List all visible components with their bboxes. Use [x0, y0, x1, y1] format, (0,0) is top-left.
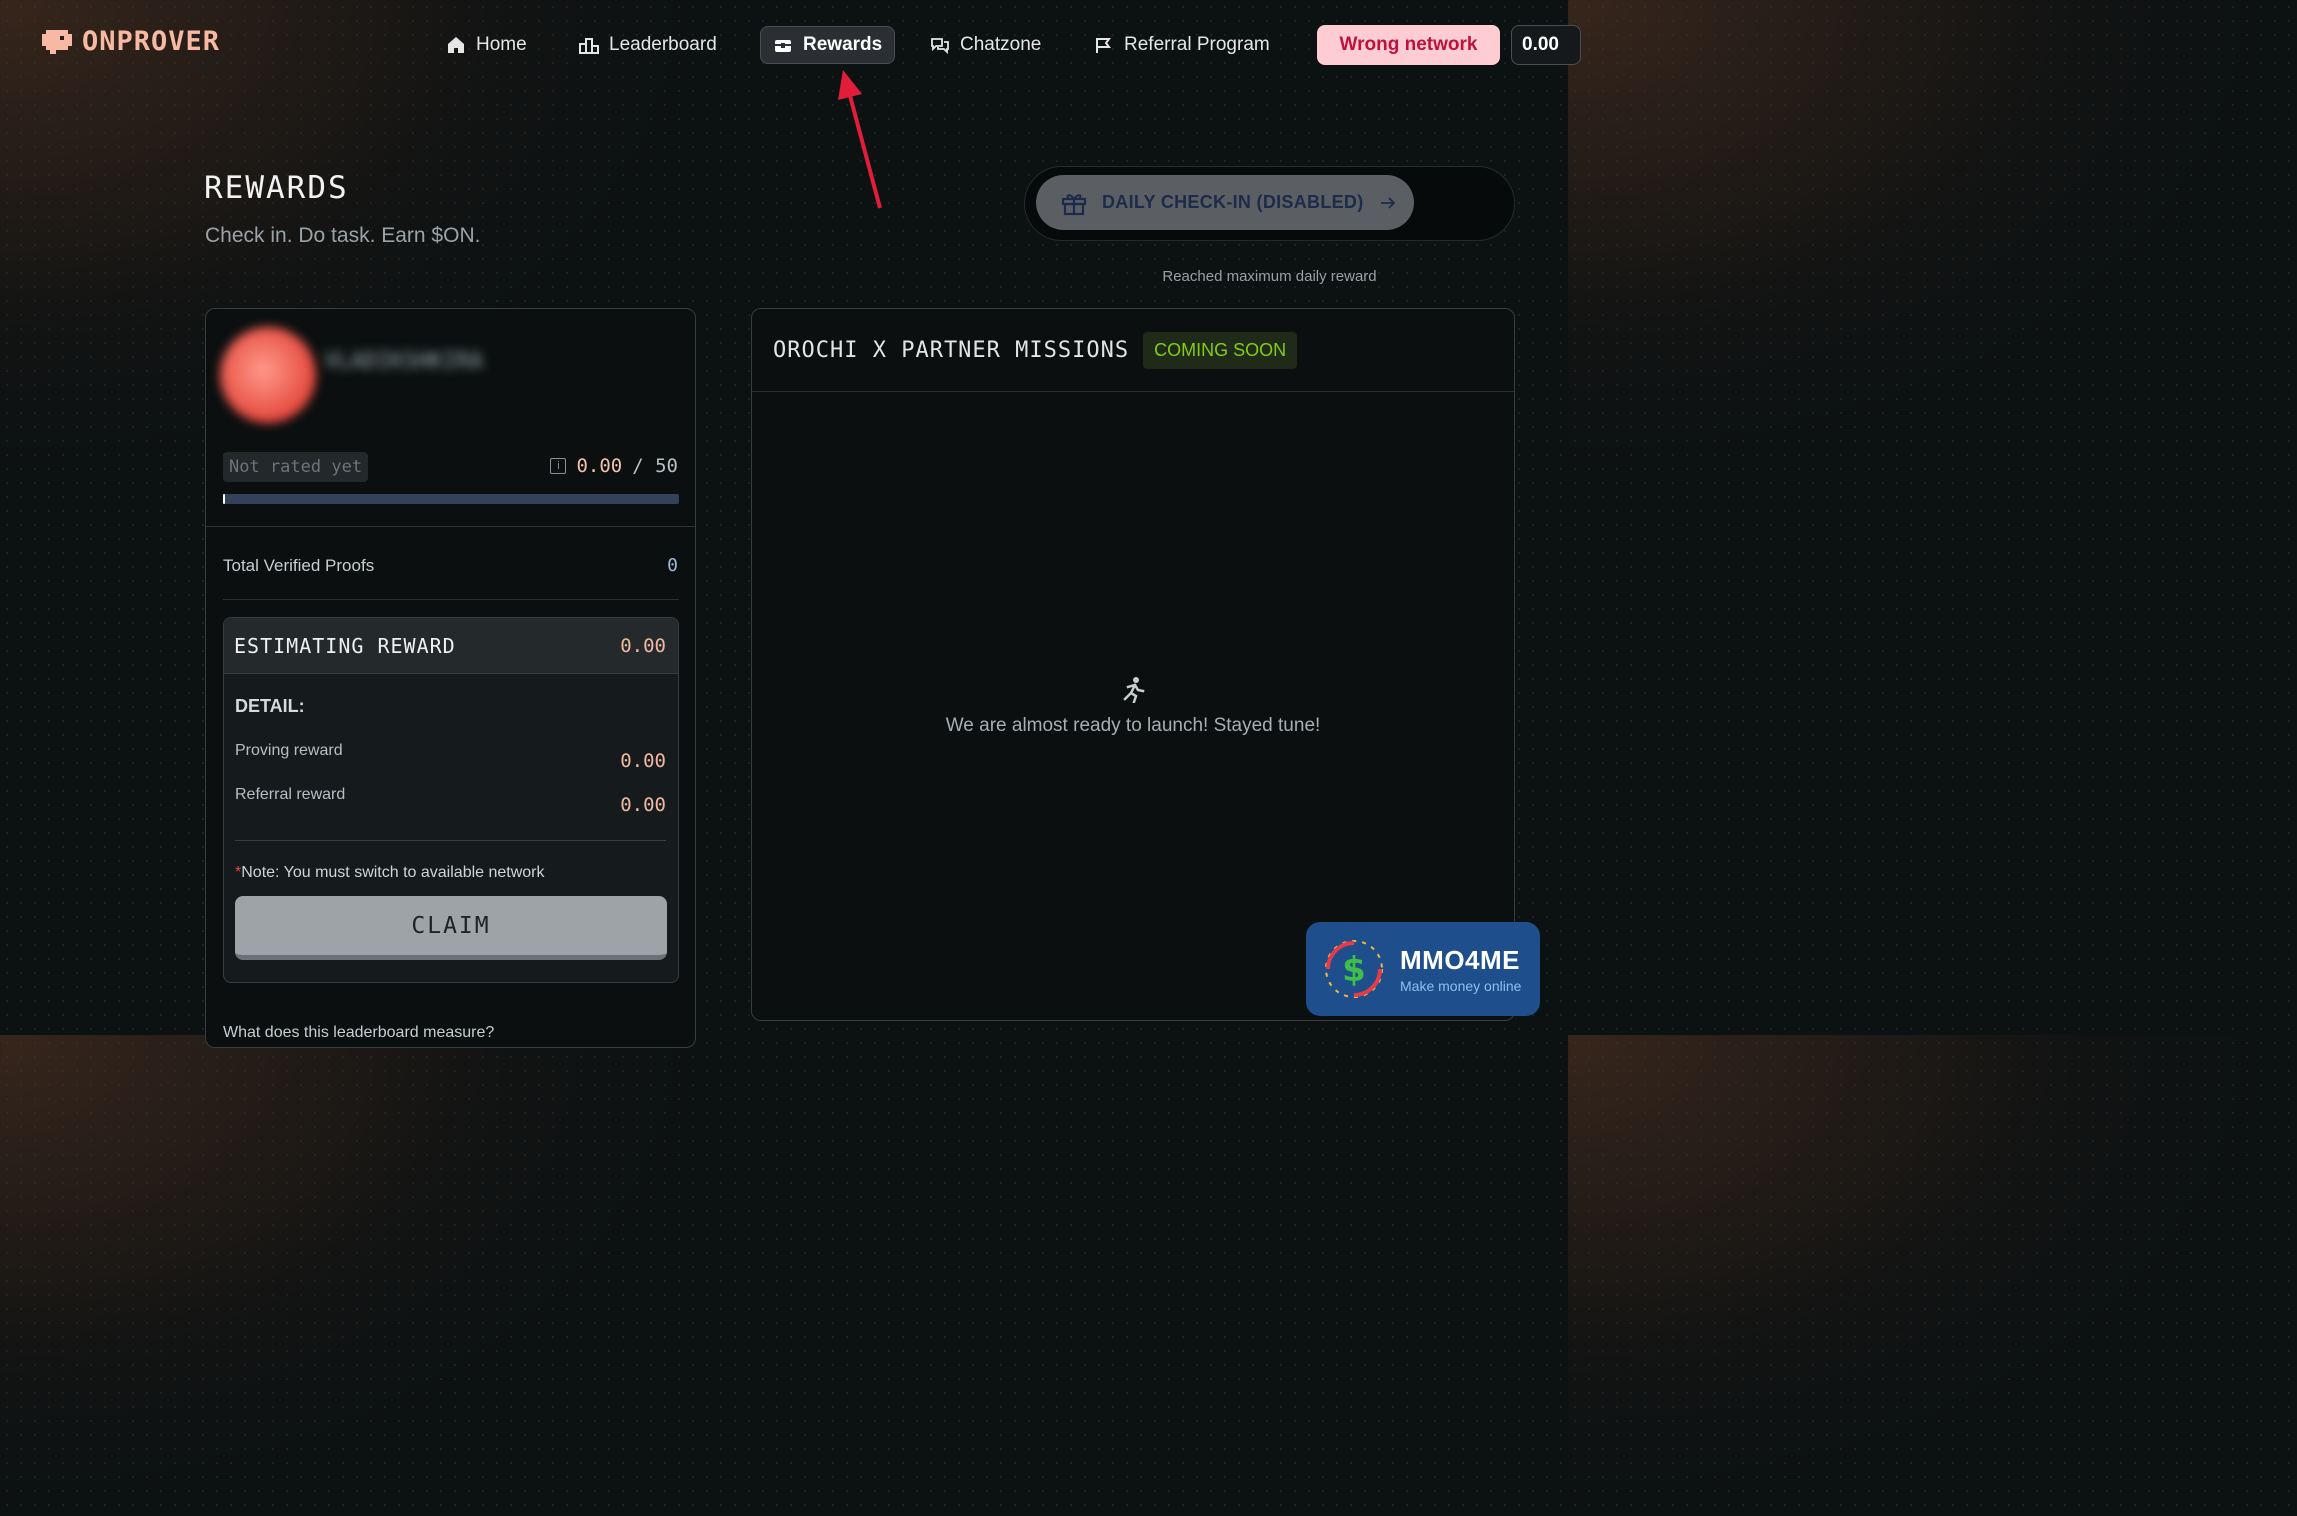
- nav-label-chatzone: Chatzone: [960, 34, 1042, 55]
- svg-text:$: $: [1342, 950, 1366, 990]
- nav-item-leaderboard[interactable]: Leaderboard: [567, 26, 729, 64]
- estimating-reward-title: ESTIMATING REWARD: [234, 633, 456, 658]
- watermark-text: MMO4ME Make money online: [1400, 945, 1521, 994]
- proving-reward-row: Proving reward 0.00: [235, 742, 666, 772]
- wrong-network-button[interactable]: Wrong network: [1317, 25, 1500, 65]
- total-proofs-value: 0: [667, 555, 678, 576]
- podium-icon: [579, 38, 599, 54]
- profile-reward-card: VLADIKSHKIRA Not rated yet i 0.00 / 50 T…: [205, 308, 696, 1048]
- nav-label-referral: Referral Program: [1124, 34, 1270, 55]
- score-max: / 50: [632, 455, 678, 477]
- missions-header: OROCHI X PARTNER MISSIONS COMING SOON: [752, 309, 1514, 392]
- divider: [206, 526, 695, 527]
- watermark-logo: $ MMO4ME Make money online: [1306, 922, 1540, 1016]
- detail-title: DETAIL:: [235, 696, 305, 716]
- estimating-reward-header: ESTIMATING REWARD 0.00: [224, 618, 678, 674]
- score-value: 0.00: [576, 455, 623, 477]
- nav-item-chatzone[interactable]: Chatzone: [918, 26, 1053, 64]
- chat-bubbles-icon: [931, 38, 949, 55]
- referral-reward-row: Referral reward 0.00: [235, 786, 666, 816]
- checkin-note: Reached maximum daily reward: [1162, 268, 1377, 285]
- referral-reward-value: 0.00: [620, 794, 666, 816]
- username: VLADIKSHKIRA: [324, 349, 483, 374]
- nav-label-leaderboard: Leaderboard: [609, 34, 717, 55]
- watermark-title: MMO4ME: [1400, 944, 1520, 975]
- runner-icon: [1123, 677, 1145, 703]
- total-proofs-label: Total Verified Proofs: [223, 556, 375, 575]
- info-icon[interactable]: i: [550, 458, 567, 474]
- proving-reward-label: Proving reward: [235, 742, 343, 759]
- nav-label-home: Home: [476, 34, 527, 55]
- nav-item-home[interactable]: Home: [434, 26, 539, 64]
- avatar: [220, 327, 316, 423]
- estimating-reward-value: 0.00: [620, 634, 666, 657]
- home-icon: [448, 37, 464, 53]
- daily-checkin-label: DAILY CHECK-IN (DISABLED): [1102, 192, 1364, 212]
- missions-title: OROCHI X PARTNER MISSIONS: [773, 337, 1130, 363]
- divider: [223, 599, 679, 600]
- note-text: Note: You must switch to available netwo…: [241, 864, 545, 881]
- brand-name: ONPROVER: [82, 26, 221, 57]
- brand-logo[interactable]: ONPROVER: [42, 26, 220, 57]
- coming-soon-badge: COMING SOON: [1143, 331, 1298, 369]
- divider: [235, 840, 666, 841]
- score-readout: i 0.00 / 50: [550, 455, 678, 477]
- nav-label-rewards: Rewards: [803, 34, 883, 55]
- score-progress-bar: [223, 494, 679, 504]
- rank-badge: Not rated yet: [223, 452, 369, 482]
- page-title: REWARDS: [204, 170, 349, 206]
- nav-item-rewards[interactable]: Rewards: [760, 26, 896, 64]
- score-progress-fill: [223, 494, 225, 504]
- claim-button[interactable]: CLAIM: [235, 896, 667, 960]
- watermark-subtitle: Make money online: [1400, 977, 1522, 994]
- partner-missions-card: OROCHI X PARTNER MISSIONS COMING SOON We…: [751, 308, 1515, 1021]
- dino-logo-icon: [42, 29, 72, 54]
- wallet-balance[interactable]: 0.00: [1511, 25, 1581, 65]
- top-nav: ONPROVER Home Leaderboard Rewards Chatzo…: [0, 0, 1581, 90]
- nav-item-referral[interactable]: Referral Program: [1082, 26, 1282, 64]
- network-note: *Note: You must switch to available netw…: [235, 864, 545, 882]
- dollar-coin-icon: $: [1325, 940, 1383, 998]
- missions-empty-text: We are almost ready to launch! Stayed tu…: [945, 715, 1321, 736]
- daily-checkin-button[interactable]: DAILY CHECK-IN (DISABLED): [1036, 175, 1414, 230]
- estimating-reward-panel: ESTIMATING REWARD 0.00 DETAIL: Proving r…: [223, 617, 679, 983]
- page-subtitle: Check in. Do task. Earn $ON.: [205, 224, 481, 247]
- gift-icon: [1061, 193, 1087, 215]
- proving-reward-value: 0.00: [620, 750, 666, 772]
- faq-link[interactable]: What does this leaderboard measure?: [223, 1024, 494, 1042]
- arrow-right-icon: [1380, 196, 1395, 209]
- megaphone-icon: [1096, 38, 1111, 53]
- referral-reward-label: Referral reward: [235, 786, 346, 803]
- treasure-chest-icon: [775, 40, 791, 52]
